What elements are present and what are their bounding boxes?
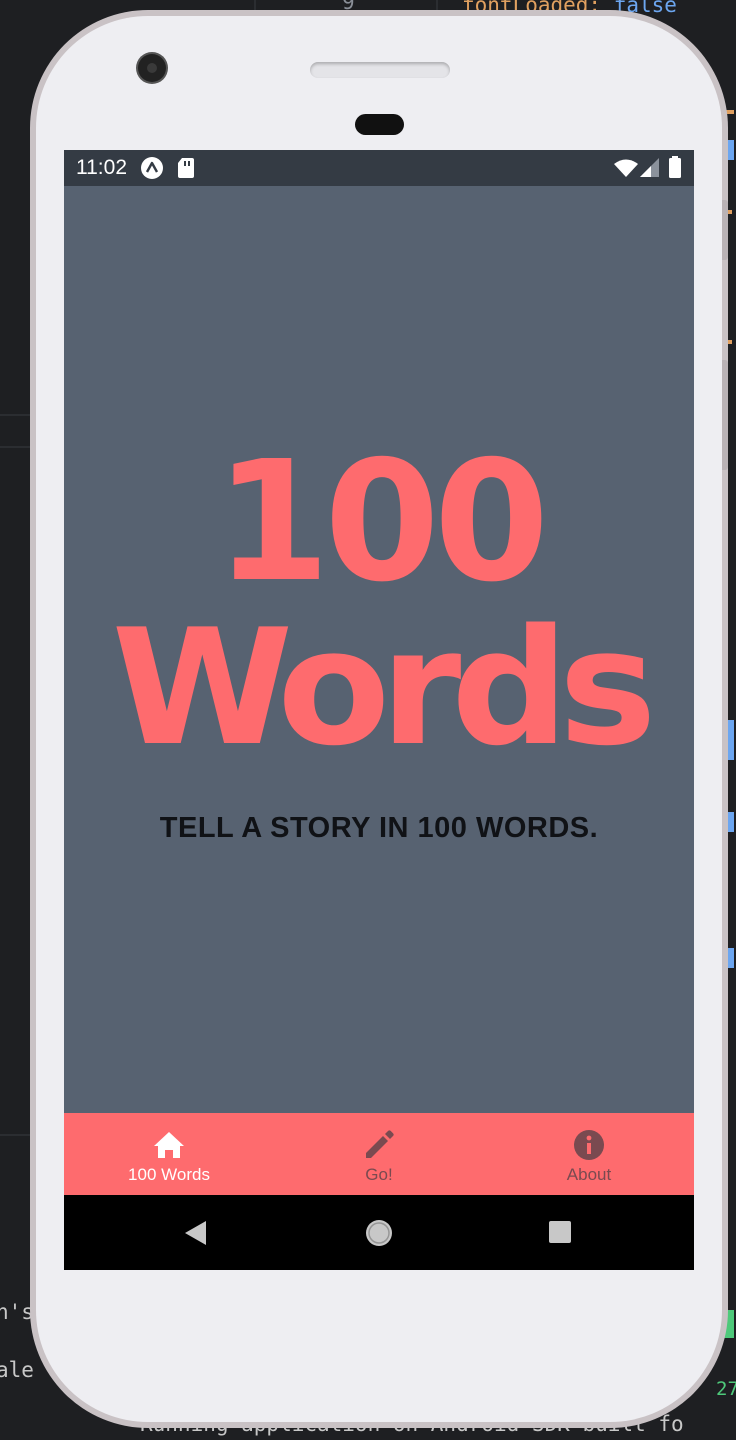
sd-card-icon <box>177 157 195 183</box>
phone-screen: 11:02 100 Words TELL A STORY IN 100 WORD… <box>64 150 694 1270</box>
expo-icon <box>140 156 164 184</box>
tab-about[interactable]: About <box>484 1113 694 1195</box>
tab-label: 100 Words <box>128 1165 210 1184</box>
tab-go[interactable]: Go! <box>274 1113 484 1195</box>
recents-icon[interactable] <box>548 1220 572 1248</box>
status-bar: 11:02 <box>64 150 694 186</box>
front-camera <box>138 54 166 82</box>
home-screen: 100 Words TELL A STORY IN 100 WORDS. <box>64 186 694 1113</box>
home-circle-icon[interactable] <box>363 1217 395 1253</box>
earpiece-speaker <box>310 62 450 78</box>
terminal-fragment: n's <box>0 1300 34 1324</box>
tagline: TELL A STORY IN 100 WORDS. <box>159 812 599 844</box>
logo-title-number: 100 <box>214 426 550 619</box>
pencil-icon <box>363 1129 395 1161</box>
tab-label: Go! <box>365 1165 393 1184</box>
status-time: 11:02 <box>76 156 127 179</box>
wifi-icon <box>614 158 638 182</box>
android-nav-bar <box>64 1195 694 1270</box>
back-icon[interactable] <box>182 1219 208 1251</box>
home-icon <box>153 1129 185 1161</box>
tab-home[interactable]: 100 Words <box>64 1113 274 1195</box>
terminal-fragment: 27m <box>716 1378 736 1400</box>
logo-title-word: Words <box>111 594 657 781</box>
signal-icon <box>640 158 660 182</box>
info-icon <box>573 1129 605 1161</box>
proximity-sensor <box>355 114 404 135</box>
terminal-fragment: ale <box>0 1358 34 1382</box>
bottom-tab-bar: 100 Words Go! About <box>64 1113 694 1195</box>
battery-icon <box>669 156 681 182</box>
tab-label: About <box>566 1165 612 1184</box>
